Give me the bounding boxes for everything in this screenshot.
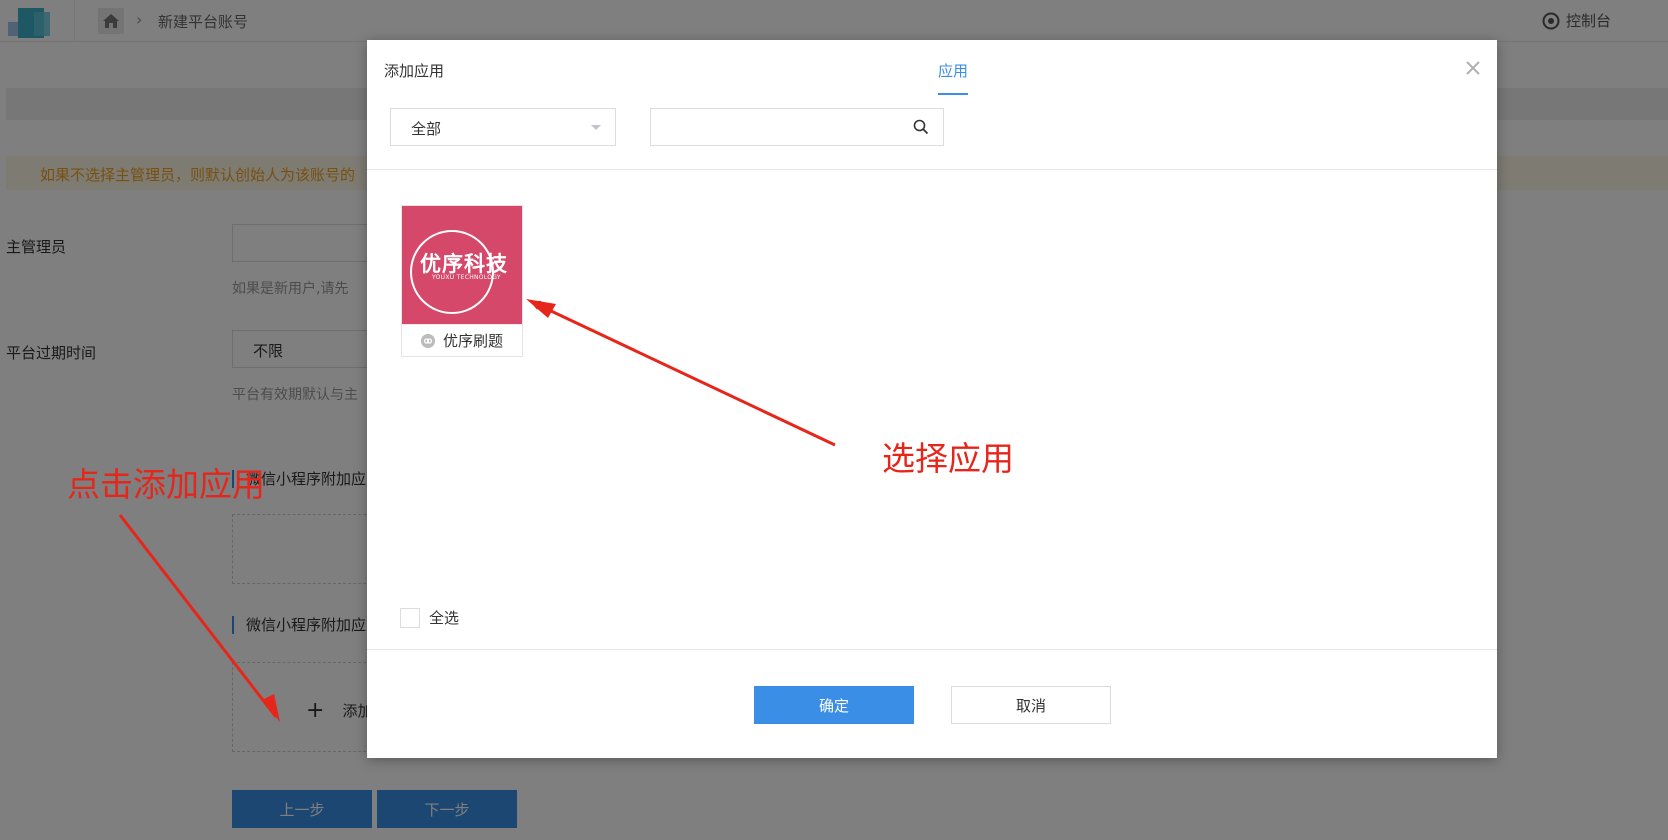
select-all-checkbox[interactable]: 全选 [400,607,459,628]
header-divider-line [367,169,1497,170]
add-app-dialog: 添加应用 应用 全部 优序科技 YOUXU TECHNOLOGY 优序刷题 全选 [367,40,1497,758]
category-value: 全部 [411,120,442,138]
mini-program-icon [420,333,435,348]
confirm-button[interactable]: 确定 [754,686,914,724]
app-card[interactable]: 优序科技 YOUXU TECHNOLOGY 优序刷题 [401,205,523,357]
cancel-button[interactable]: 取消 [951,686,1111,724]
annotation-right: 选择应用 [882,439,1014,478]
app-thumbnail: 优序科技 YOUXU TECHNOLOGY [402,206,522,324]
app-name: 优序刷题 [442,332,503,350]
app-meta: 优序刷题 [402,324,522,356]
checkbox-box[interactable] [400,607,420,628]
search-icon[interactable] [913,119,929,139]
footer-divider-line [367,649,1497,650]
app-thumb-subtitle: YOUXU TECHNOLOGY [432,274,501,281]
search-input[interactable] [651,109,901,145]
close-icon[interactable] [1461,56,1485,80]
annotation-left: 点击添加应用 [67,465,265,504]
search-box [650,108,944,146]
chevron-down-icon [591,125,601,130]
category-select[interactable]: 全部 [390,108,616,146]
dialog-title: 添加应用 [384,62,445,80]
tab-apps[interactable]: 应用 [938,60,969,95]
select-all-label: 全选 [429,609,460,627]
